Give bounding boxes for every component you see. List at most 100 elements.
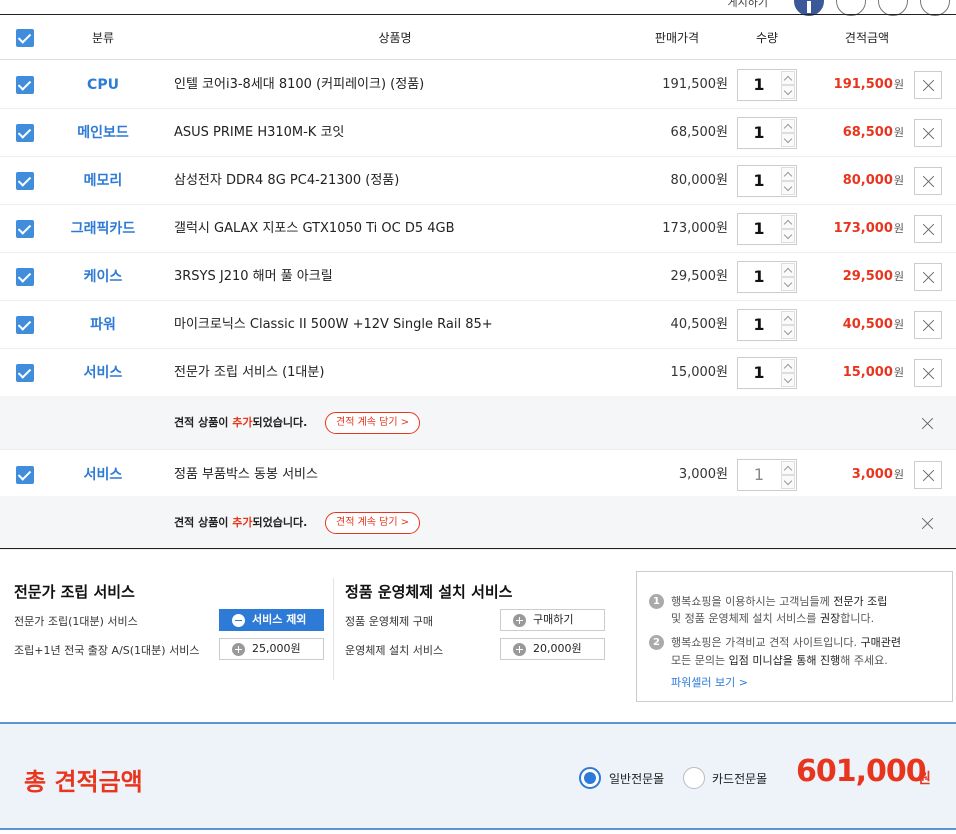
delete-item-button[interactable]: [914, 167, 942, 195]
increase-icon[interactable]: [781, 215, 795, 229]
item-name[interactable]: 삼성전자 DDR4 8G PC4-21300 (정품): [174, 157, 399, 205]
increase-icon[interactable]: [781, 119, 795, 133]
increase-icon[interactable]: [781, 71, 795, 85]
decrease-icon[interactable]: [781, 277, 795, 291]
general-mall-label[interactable]: 일반전문몰: [609, 770, 664, 787]
quantity-stepper[interactable]: 1: [737, 357, 797, 389]
quantity-value[interactable]: 1: [738, 166, 780, 196]
delete-item-button[interactable]: [914, 263, 942, 291]
os-install-button[interactable]: 20,000원: [500, 638, 605, 660]
total-bar: 총 견적금액 일반전문몰 카드전문몰 601,000 원: [0, 722, 956, 830]
table-header: 분류 상품명 판매가격 수량 견적금액: [0, 14, 956, 60]
close-icon[interactable]: [918, 514, 938, 534]
increase-icon[interactable]: [781, 359, 795, 373]
quantity-value[interactable]: 1: [738, 214, 780, 244]
header-qty: 수량: [755, 31, 779, 45]
quantity-stepper[interactable]: 1: [737, 165, 797, 197]
continue-adding-button[interactable]: 견적 계속 담기 >: [325, 412, 421, 434]
item-name[interactable]: 인텔 코어i3-8세대 8100 (커피레이크) (정품): [174, 61, 424, 109]
item-category[interactable]: 서비스: [58, 451, 148, 499]
decrease-icon[interactable]: [781, 373, 795, 387]
select-all-checkbox[interactable]: [16, 29, 34, 47]
quantity-value[interactable]: 1: [738, 310, 780, 340]
item-price: 173,000원: [662, 221, 728, 236]
info-text-3: 행복쇼핑은 가격비교 견적 사이트입니다. 구매관련: [671, 636, 902, 649]
decrease-icon[interactable]: [781, 325, 795, 339]
item-price: 3,000원: [678, 467, 728, 482]
item-total: 68,500원: [842, 125, 904, 140]
item-category[interactable]: CPU: [58, 61, 148, 109]
os-service-title: 정품 운영체제 설치 서비스: [345, 583, 513, 601]
quantity-stepper[interactable]: 1: [737, 309, 797, 341]
quantity-value[interactable]: 1: [738, 70, 780, 100]
increase-icon[interactable]: [781, 263, 795, 277]
quantity-value[interactable]: 1: [738, 358, 780, 388]
item-total: 29,500원: [842, 269, 904, 284]
item-category[interactable]: 메인보드: [58, 109, 148, 157]
item-total: 191,500원: [833, 77, 904, 92]
item-checkbox[interactable]: [16, 220, 34, 238]
item-name[interactable]: 전문가 조립 서비스 (1대분): [174, 349, 324, 397]
item-name[interactable]: 마이크로닉스 Classic II 500W +12V Single Rail …: [174, 301, 493, 349]
item-category[interactable]: 메모리: [58, 157, 148, 205]
decrease-icon[interactable]: [781, 133, 795, 147]
quantity-value[interactable]: 1: [738, 118, 780, 148]
item-category[interactable]: 서비스: [58, 349, 148, 397]
item-checkbox[interactable]: [16, 364, 34, 382]
item-category[interactable]: 그래픽카드: [58, 205, 148, 253]
item-checkbox[interactable]: [16, 466, 34, 484]
increase-icon[interactable]: [781, 311, 795, 325]
item-checkbox[interactable]: [16, 172, 34, 190]
quantity-stepper[interactable]: 1: [737, 459, 797, 491]
delete-item-button[interactable]: [914, 311, 942, 339]
decrease-icon[interactable]: [781, 475, 795, 489]
delete-item-button[interactable]: [914, 461, 942, 489]
quantity-stepper[interactable]: 1: [737, 213, 797, 245]
info-text-2: 및 정품 운영체제 설치 서비스를 권장합니다.: [671, 612, 875, 625]
quantity-stepper[interactable]: 1: [737, 69, 797, 101]
decrease-icon[interactable]: [781, 85, 795, 99]
card-mall-radio[interactable]: [683, 767, 705, 789]
item-name[interactable]: 3RSYS J210 해머 풀 아크릴: [174, 253, 333, 301]
item-category[interactable]: 파워: [58, 301, 148, 349]
item-checkbox[interactable]: [16, 268, 34, 286]
continue-adding-button[interactable]: 견적 계속 담기 >: [325, 512, 421, 534]
delete-item-button[interactable]: [914, 215, 942, 243]
added-notice: 견적 상품이 추가되었습니다. 견적 계속 담기 >: [0, 496, 956, 550]
add-as-service-button[interactable]: 25,000원: [219, 638, 324, 660]
close-icon[interactable]: [918, 414, 938, 434]
os-row2-label: 운영체제 설치 서비스: [345, 644, 444, 657]
item-checkbox[interactable]: [16, 124, 34, 142]
item-name[interactable]: 갤럭시 GALAX 지포스 GTX1050 Ti OC D5 4GB: [174, 205, 455, 253]
quantity-value[interactable]: 1: [738, 262, 780, 292]
delete-item-button[interactable]: [914, 71, 942, 99]
item-checkbox[interactable]: [16, 76, 34, 94]
quantity-value[interactable]: 1: [738, 460, 780, 490]
notice-text: 견적 상품이 추가되었습니다.: [174, 416, 308, 429]
buy-os-button[interactable]: 구매하기: [500, 609, 605, 631]
item-category[interactable]: 케이스: [58, 253, 148, 301]
item-price: 29,500원: [670, 269, 728, 284]
powerseller-link[interactable]: 파워셀러 보기 >: [671, 674, 748, 690]
delete-item-button[interactable]: [914, 119, 942, 147]
item-name[interactable]: ASUS PRIME H310M-K 코잇: [174, 109, 344, 157]
plus-icon: [513, 614, 526, 627]
delete-item-button[interactable]: [914, 359, 942, 387]
general-mall-radio[interactable]: [579, 767, 601, 789]
increase-icon[interactable]: [781, 461, 795, 475]
item-checkbox[interactable]: [16, 316, 34, 334]
assembly-service-title: 전문가 조립 서비스: [14, 583, 135, 601]
decrease-icon[interactable]: [781, 181, 795, 195]
item-total: 80,000원: [842, 173, 904, 188]
os-row1-label: 정품 운영체제 구매: [345, 615, 433, 628]
increase-icon[interactable]: [781, 167, 795, 181]
item-name[interactable]: 정품 부품박스 동봉 서비스: [174, 451, 318, 499]
exclude-service-button[interactable]: 서비스 제외: [219, 609, 324, 631]
item-price: 15,000원: [670, 365, 728, 380]
card-mall-label[interactable]: 카드전문몰: [712, 770, 767, 787]
assembly-row2-label: 조립+1년 전국 출장 A/S(1대분) 서비스: [14, 644, 200, 657]
table-row: 메모리 삼성전자 DDR4 8G PC4-21300 (정품) 80,000원 …: [0, 157, 956, 205]
decrease-icon[interactable]: [781, 229, 795, 243]
quantity-stepper[interactable]: 1: [737, 261, 797, 293]
quantity-stepper[interactable]: 1: [737, 117, 797, 149]
